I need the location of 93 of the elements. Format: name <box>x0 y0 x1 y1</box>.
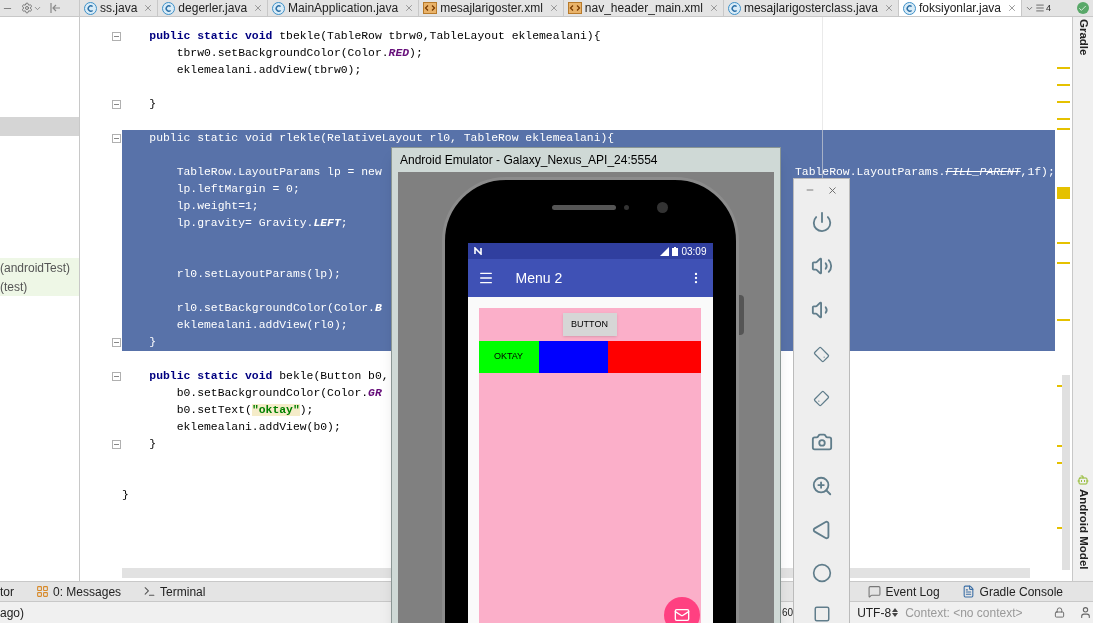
code-line: public static void tbekle(TableRow tbrw0,TableLayout eklemealani){ <box>148 29 601 44</box>
app-button[interactable]: BUTTON <box>562 313 617 336</box>
code-line: } <box>122 488 129 503</box>
lock-icon[interactable] <box>1054 607 1066 618</box>
class-icon <box>162 1 176 15</box>
code-line: } <box>148 437 157 452</box>
context-label: Context: <no context> <box>905 604 1024 622</box>
code-line: public static void rlekle(RelativeLayout rl0, TableRow eklemealani){ <box>148 131 615 146</box>
tool-window-button[interactable]: Gradle Console <box>961 585 1063 598</box>
class-icon <box>272 1 286 15</box>
colored-button[interactable]: OKTAY <box>478 341 539 373</box>
status-time: 03:09 <box>681 244 707 259</box>
hide-panel-icon[interactable] <box>50 3 61 13</box>
tab-label: mesajlarigosterclass.java <box>743 2 878 14</box>
encoding-selector[interactable]: UTF-8 <box>857 603 906 622</box>
console-icon <box>961 585 975 598</box>
code-line: lp.gravity= Gravity.LEFT; <box>175 216 348 231</box>
tool-window-button[interactable]: Gradle <box>1077 19 1089 56</box>
terminal-icon <box>143 585 157 598</box>
close-icon[interactable] <box>548 3 559 13</box>
tool-window-button[interactable]: Event Log <box>867 585 940 598</box>
tree-label: (test) <box>0 278 28 296</box>
fold-marker-icon[interactable] <box>112 372 121 381</box>
fold-marker-icon[interactable] <box>112 338 121 347</box>
editor-tab[interactable]: foksiyonlar.java <box>899 0 1023 16</box>
xml-file-icon <box>567 2 582 14</box>
volume-up-icon[interactable] <box>810 255 833 277</box>
code-line: lp.weight=1; <box>175 199 259 214</box>
power-icon[interactable] <box>810 211 833 233</box>
speech-bubble-icon <box>867 585 881 598</box>
messages-icon <box>36 585 49 598</box>
speaker-grille <box>552 205 616 210</box>
fold-marker-icon[interactable] <box>112 32 121 41</box>
close-icon[interactable] <box>827 184 838 196</box>
camera-icon[interactable] <box>810 431 833 453</box>
close-icon[interactable] <box>884 3 894 13</box>
tab-label: degerler.java <box>178 2 248 14</box>
code-line: TableRow.LayoutParams lp = new <box>175 165 382 180</box>
class-icon <box>903 1 916 15</box>
hidden-tab-count: 4 <box>1046 3 1052 13</box>
tab-label: mesajlarigoster.xml <box>440 2 543 14</box>
tool-window-button[interactable]: 0: Messages <box>36 585 122 598</box>
close-icon[interactable] <box>143 3 154 13</box>
code-line: lp.leftMargin = 0; <box>175 182 300 197</box>
check-icon <box>1076 2 1089 14</box>
code-line: eklemealani.addView(rl0); <box>175 318 348 333</box>
mail-icon <box>673 607 690 623</box>
code-line: eklemealani.addView(b0); <box>175 420 341 435</box>
code-line: public static void bekle(Button b0, <box>148 369 389 384</box>
tab-label: ss.java <box>100 2 138 14</box>
up-down-icon <box>892 608 899 617</box>
menu-icon[interactable] <box>477 270 494 286</box>
tool-window-button[interactable]: tor <box>0 585 14 598</box>
caret-position[interactable]: 60 <box>782 607 794 618</box>
home-circle-icon[interactable] <box>811 563 832 583</box>
code-line: eklemealani.addView(tbrw0); <box>175 63 362 78</box>
close-icon[interactable] <box>1007 3 1018 13</box>
tab-label: MainApplication.java <box>288 2 399 14</box>
code-line: } <box>148 97 157 112</box>
code-line: tbrw0.setBackgroundColor(Color.RED); <box>175 46 423 61</box>
tab-list-icon[interactable] <box>1035 3 1046 13</box>
signal-icon <box>660 246 670 256</box>
zoom-icon[interactable] <box>810 475 833 497</box>
fold-marker-icon[interactable] <box>112 440 121 449</box>
code-line: rl0.setLayoutParams(lp); <box>175 267 341 282</box>
code-line: } <box>148 335 157 350</box>
tree-row[interactable]: (test) <box>0 277 79 296</box>
app-title: Menu 2 <box>515 268 564 288</box>
window-title: Android Emulator - Galaxy_Nexus_API_24:5554 <box>400 152 658 169</box>
inspector-icon[interactable] <box>1079 606 1093 619</box>
tool-window-button[interactable]: Terminal <box>143 585 206 598</box>
battery-icon <box>672 246 679 256</box>
tool-window-button[interactable]: Android Model <box>1077 488 1089 569</box>
fold-marker-icon[interactable] <box>112 134 121 143</box>
gear-icon[interactable] <box>21 2 33 14</box>
square-icon[interactable] <box>812 605 831 623</box>
code-line: b0.setText("oktay"); <box>175 403 314 418</box>
xml-file-icon <box>423 2 438 14</box>
code-line: b0.setBackgroundColor(Color.GR <box>175 386 382 401</box>
close-icon[interactable] <box>708 3 719 13</box>
close-icon[interactable] <box>253 3 264 13</box>
fold-marker-icon[interactable] <box>112 100 121 109</box>
close-icon[interactable] <box>404 3 415 13</box>
code-line: TableRow.LayoutParams.FILL_PARENT,1f); <box>795 165 1055 180</box>
code-line: rl0.setBackgroundColor(Color.B <box>175 301 382 316</box>
android-icon <box>1077 473 1089 486</box>
notification-icon <box>473 247 482 255</box>
class-icon <box>727 1 741 15</box>
class-icon <box>84 1 97 15</box>
front-camera <box>657 202 668 213</box>
tab-label: nav_header_main.xml <box>584 2 703 14</box>
status-message: ago) <box>0 605 25 620</box>
tab-label: foksiyonlar.java <box>919 2 1002 14</box>
